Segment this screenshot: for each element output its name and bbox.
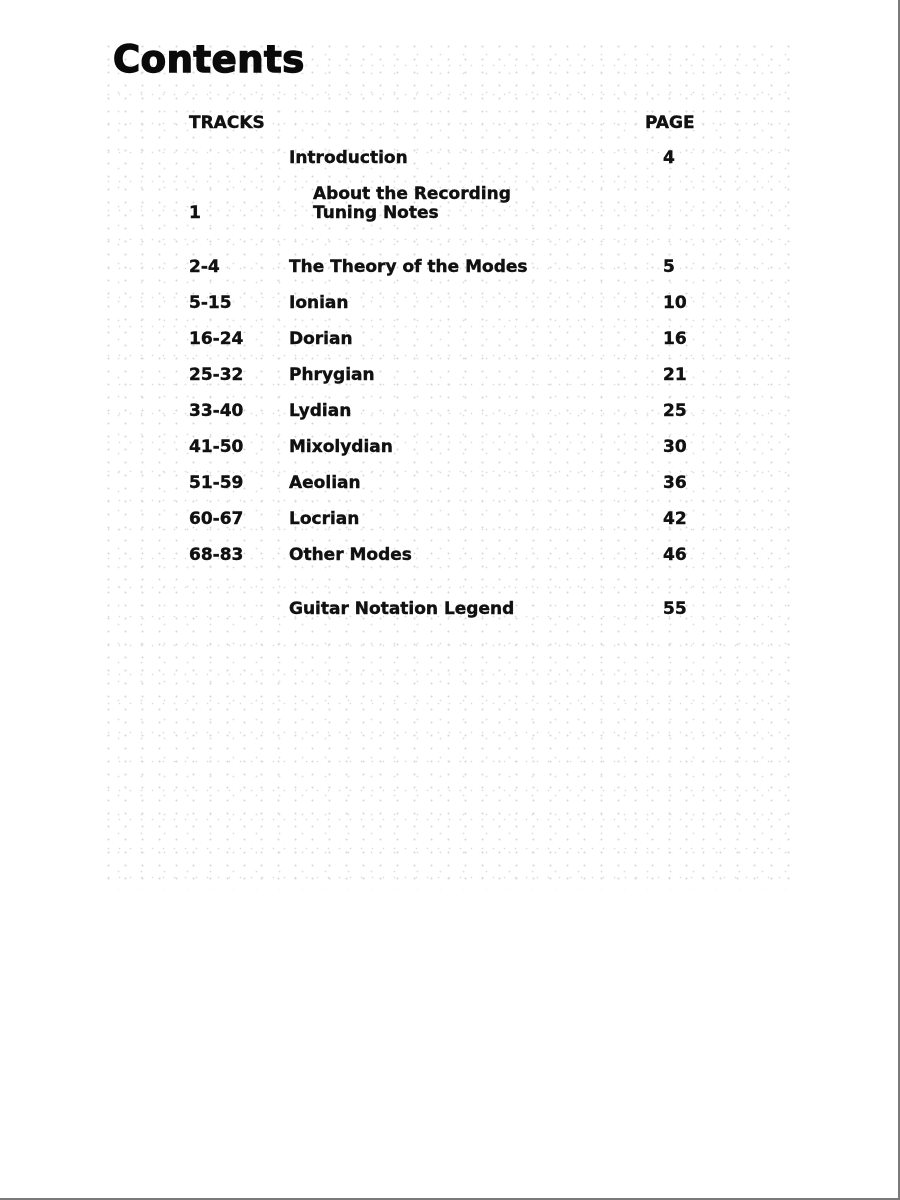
toc-entry-title: Aeolian	[289, 473, 361, 493]
page-column-header: PAGE	[645, 113, 695, 133]
toc-entry-page: 36	[663, 473, 687, 493]
toc-entry-title: Mixolydian	[289, 437, 393, 457]
toc-entry-page: 21	[663, 365, 687, 385]
toc-entry[interactable]: 25-32 Phrygian 21	[0, 365, 900, 389]
toc-entry-page: 10	[663, 293, 687, 313]
tracks-column-header: TRACKS	[189, 113, 265, 133]
toc-entry-tracks: 2-4	[189, 257, 220, 277]
toc-entry-tracks: 33-40	[189, 401, 244, 421]
toc-entry-page: 55	[663, 599, 687, 619]
toc-entry-recording-tracks: 1	[189, 203, 201, 223]
toc-entry-title-about-recording: About the Recording	[313, 184, 511, 204]
toc-entry-tracks: 60-67	[189, 509, 244, 529]
toc-entry-tracks: 25-32	[189, 365, 244, 385]
toc-entry-page: 46	[663, 545, 687, 565]
toc-entry-page: 42	[663, 509, 687, 529]
toc-entry[interactable]: 41-50 Mixolydian 30	[0, 437, 900, 461]
toc-entry-title: Introduction	[289, 148, 408, 168]
toc-entry-introduction[interactable]: Introduction 4	[0, 148, 900, 172]
toc-entry-title: Locrian	[289, 509, 360, 529]
page-title: Contents	[112, 37, 305, 81]
toc-entry-tracks: 51-59	[189, 473, 244, 493]
toc-entry-page: 16	[663, 329, 687, 349]
toc-entry-page: 25	[663, 401, 687, 421]
toc-entry-tracks: 68-83	[189, 545, 244, 565]
toc-entry-title: Phrygian	[289, 365, 375, 385]
toc-entry-page: 5	[663, 257, 675, 277]
toc-entry-page: 4	[663, 148, 675, 168]
toc-entry[interactable]: 68-83 Other Modes 46	[0, 545, 900, 569]
toc-entry-title: Dorian	[289, 329, 353, 349]
toc-entry-tracks: 5-15	[189, 293, 232, 313]
toc-entry-title: The Theory of the Modes	[289, 257, 528, 277]
toc-entry-title: Ionian	[289, 293, 349, 313]
toc-entry[interactable]: 2-4 The Theory of the Modes 5	[0, 257, 900, 281]
toc-entry-title: Guitar Notation Legend	[289, 599, 515, 619]
toc-entry-legend[interactable]: Guitar Notation Legend 55	[0, 599, 900, 623]
toc-entry-title: Lydian	[289, 401, 352, 421]
toc-entry[interactable]: 16-24 Dorian 16	[0, 329, 900, 353]
toc-entry-tracks: 16-24	[189, 329, 244, 349]
toc-entry-page: 30	[663, 437, 687, 457]
toc-entry[interactable]: 5-15 Ionian 10	[0, 293, 900, 317]
toc-entry-tracks: 41-50	[189, 437, 244, 457]
toc-entry-title: Other Modes	[289, 545, 412, 565]
toc-entry[interactable]: 51-59 Aeolian 36	[0, 473, 900, 497]
toc-entry[interactable]: 60-67 Locrian 42	[0, 509, 900, 533]
toc-entry[interactable]: 33-40 Lydian 25	[0, 401, 900, 425]
toc-entry-title-tuning-notes: Tuning Notes	[313, 203, 439, 223]
document-page: Contents TRACKS PAGE Introduction 4 1 Ab…	[0, 0, 900, 1200]
toc-entry-recording[interactable]: About the Recording Tuning Notes	[313, 184, 511, 223]
